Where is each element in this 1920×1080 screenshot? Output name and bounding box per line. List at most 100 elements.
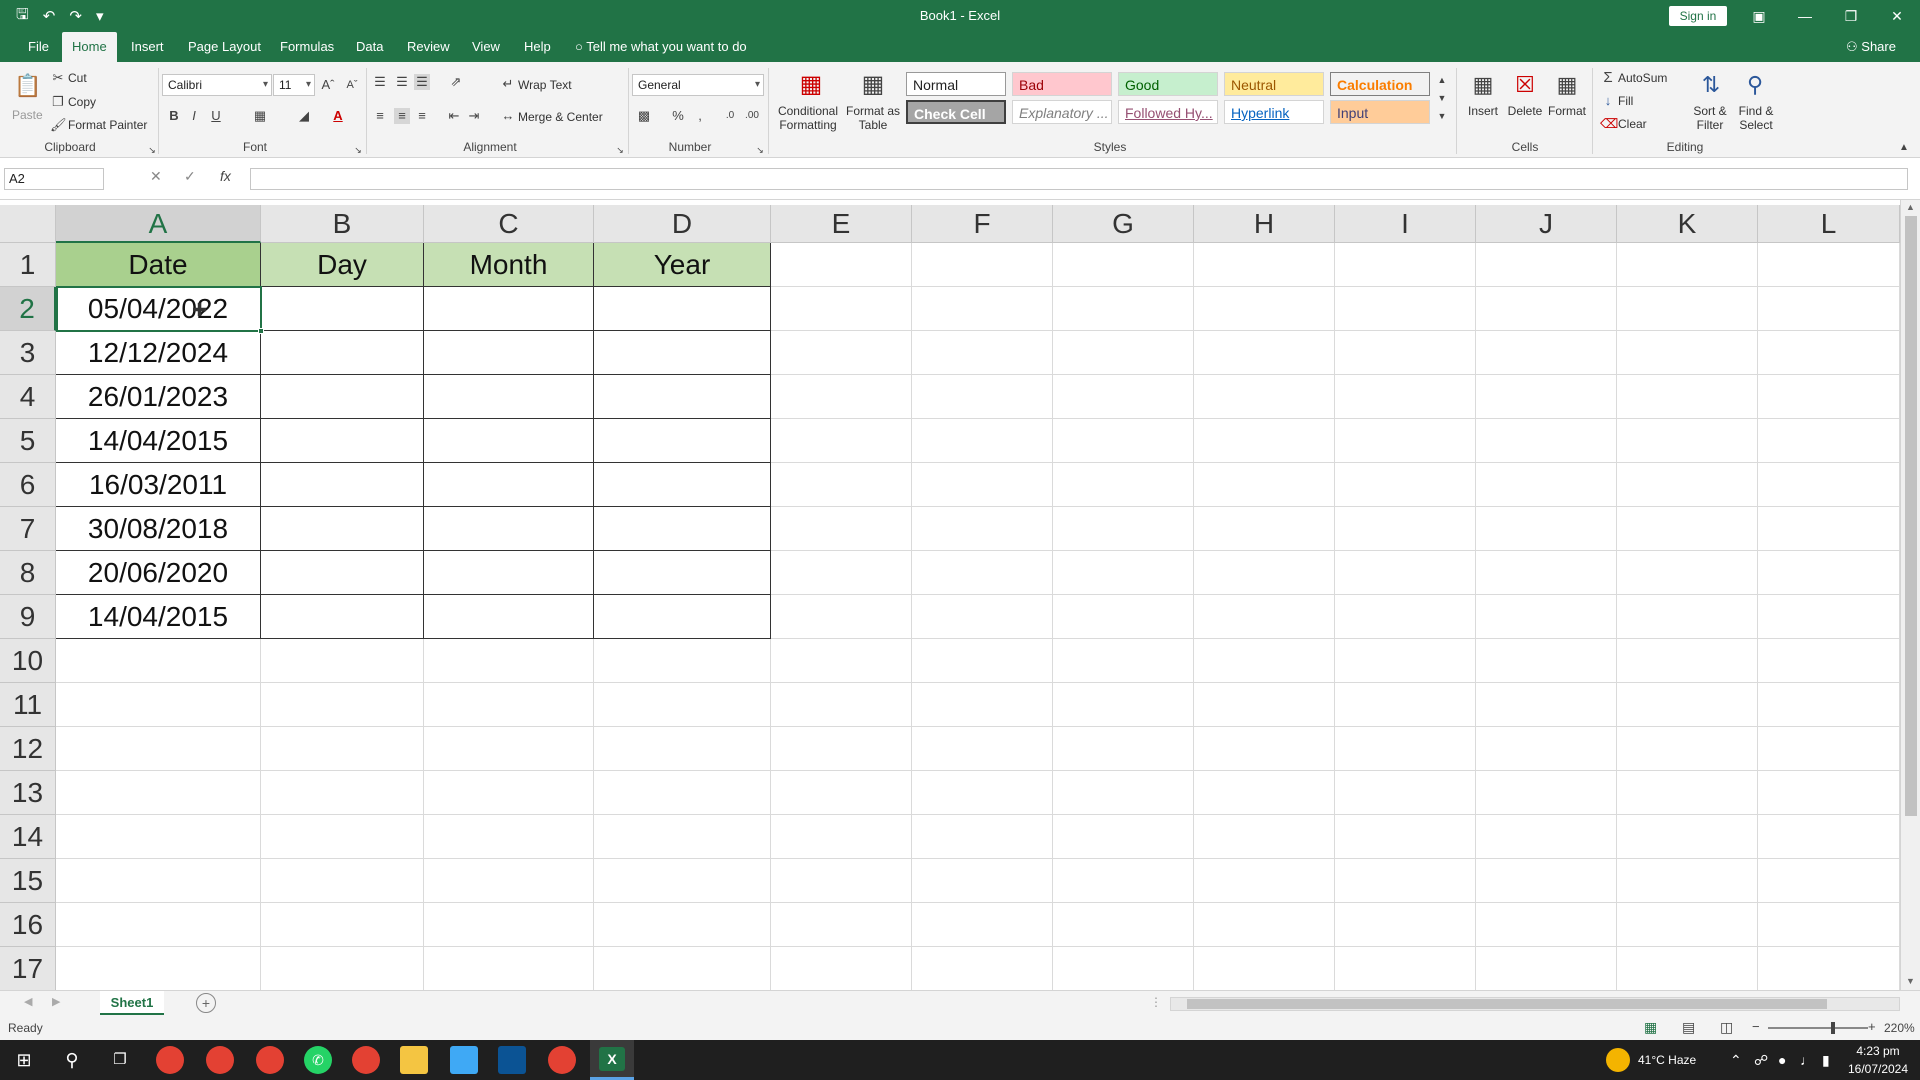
grid-cell[interactable] (1758, 639, 1900, 683)
grid-cell[interactable] (1335, 419, 1476, 463)
style-explanatory[interactable]: Explanatory ... (1012, 100, 1112, 124)
grid-cell[interactable] (1053, 815, 1194, 859)
vertical-scrollbar[interactable]: ▲ ▼ (1900, 200, 1920, 990)
grid-cell[interactable] (261, 859, 424, 903)
grid-cell[interactable] (424, 287, 594, 331)
grid-cell[interactable] (594, 375, 771, 419)
ribbon-display-icon[interactable]: ▣ (1736, 0, 1782, 32)
autosum-icon[interactable]: Σ (1600, 70, 1616, 86)
grid-cell[interactable] (1476, 815, 1617, 859)
grid-cell[interactable] (424, 331, 594, 375)
row-header[interactable]: 16 (0, 903, 56, 947)
format-cells-button[interactable]: Format (1546, 104, 1588, 118)
grid-cell[interactable] (594, 771, 771, 815)
grid-cell[interactable] (1335, 595, 1476, 639)
row-header[interactable]: 17 (0, 947, 56, 990)
grid-cell[interactable] (1194, 243, 1335, 287)
grid-cell[interactable] (1053, 859, 1194, 903)
grid-cell[interactable] (1335, 551, 1476, 595)
row-header[interactable]: 8 (0, 551, 56, 595)
style-good[interactable]: Good (1118, 72, 1218, 96)
grid-cell[interactable] (1758, 287, 1900, 331)
tab-file[interactable]: File (18, 32, 59, 62)
increase-indent-icon[interactable]: ⇥ (466, 108, 482, 124)
grid-cell[interactable] (261, 507, 424, 551)
grid-cell[interactable] (261, 595, 424, 639)
share-button[interactable]: ⚇ Share (1846, 32, 1896, 62)
grid-cell[interactable] (261, 463, 424, 507)
grid-cell[interactable] (1335, 683, 1476, 727)
font-size-select[interactable]: 11 (273, 74, 315, 96)
grid-cell[interactable] (424, 683, 594, 727)
grid-cell[interactable] (912, 463, 1053, 507)
grid-cell[interactable] (1476, 507, 1617, 551)
style-calculation[interactable]: Calculation (1330, 72, 1430, 96)
grid-cell[interactable] (594, 595, 771, 639)
show-hidden-icons-icon[interactable]: ⌃ (1730, 1040, 1742, 1080)
zoom-level[interactable]: 220% (1884, 1021, 1915, 1035)
decrease-decimal-icon[interactable]: .00 (744, 108, 760, 124)
grid-cell[interactable] (424, 903, 594, 947)
grid-cell[interactable] (1476, 947, 1617, 990)
decrease-font-icon[interactable]: Aˇ (344, 77, 360, 93)
grid-cell[interactable] (1617, 331, 1758, 375)
grid-cell[interactable] (1476, 859, 1617, 903)
font-family-select[interactable]: Calibri (162, 74, 272, 96)
grid-cell[interactable] (771, 903, 912, 947)
grid-cell[interactable] (1053, 507, 1194, 551)
row-header[interactable]: 3 (0, 331, 56, 375)
column-header-e[interactable]: E (771, 205, 912, 243)
row-header[interactable]: 12 (0, 727, 56, 771)
grid-cell[interactable] (594, 683, 771, 727)
insert-cells-icon[interactable]: ▦ (1468, 70, 1498, 100)
grid-cell[interactable] (1758, 903, 1900, 947)
grid-cell[interactable] (261, 903, 424, 947)
grid-cell[interactable] (261, 551, 424, 595)
grid-cell[interactable] (912, 551, 1053, 595)
find-select-button[interactable]: Find & Select (1732, 104, 1780, 132)
grid-cell[interactable] (1476, 419, 1617, 463)
grid-cell[interactable] (1758, 375, 1900, 419)
grid-cell[interactable] (1617, 727, 1758, 771)
row-header[interactable]: 2 (0, 287, 56, 331)
date-cell[interactable]: 16/03/2011 (56, 463, 261, 507)
grid-cell[interactable] (771, 771, 912, 815)
select-all-corner[interactable] (0, 205, 56, 243)
notes-app-icon[interactable] (450, 1046, 478, 1074)
column-header-b[interactable]: B (261, 205, 424, 243)
grid-cell[interactable] (1617, 947, 1758, 990)
grid-cell[interactable] (1758, 771, 1900, 815)
grid-cell[interactable] (1053, 903, 1194, 947)
comma-style-icon[interactable]: , (692, 108, 708, 124)
styles-scroll-up-icon[interactable]: ▲ (1434, 72, 1450, 88)
vertical-scroll-thumb[interactable] (1905, 216, 1917, 816)
grid-cell[interactable] (424, 419, 594, 463)
orientation-icon[interactable]: ⇗ (448, 74, 464, 90)
tab-data[interactable]: Data (346, 32, 393, 62)
tab-view[interactable]: View (462, 32, 510, 62)
grid-cell[interactable] (594, 947, 771, 990)
grid-cell[interactable] (594, 463, 771, 507)
grid-cell[interactable] (424, 463, 594, 507)
cancel-icon[interactable]: ✕ (150, 168, 162, 185)
grid-cell[interactable] (1476, 727, 1617, 771)
increase-decimal-icon[interactable]: .0 (722, 108, 738, 124)
grid-cell[interactable] (1053, 419, 1194, 463)
app-icon[interactable] (498, 1046, 526, 1074)
grid-cell[interactable] (1335, 859, 1476, 903)
grid-cell[interactable] (1617, 243, 1758, 287)
zoom-slider-thumb[interactable] (1831, 1022, 1835, 1034)
insert-cells-button[interactable]: Insert (1462, 104, 1504, 118)
weather-icon[interactable] (1606, 1048, 1630, 1072)
grid-cell[interactable] (1476, 331, 1617, 375)
column-header-d[interactable]: D (594, 205, 771, 243)
tab-help[interactable]: Help (514, 32, 561, 62)
grid-cell[interactable] (56, 947, 261, 990)
row-header[interactable]: 11 (0, 683, 56, 727)
grid-cell[interactable] (1335, 771, 1476, 815)
grid-cell[interactable] (912, 243, 1053, 287)
grid-cell[interactable] (261, 947, 424, 990)
grid-cell[interactable] (1617, 287, 1758, 331)
format-as-table-icon[interactable]: ▦ (858, 70, 888, 100)
grid-cell[interactable] (1758, 419, 1900, 463)
